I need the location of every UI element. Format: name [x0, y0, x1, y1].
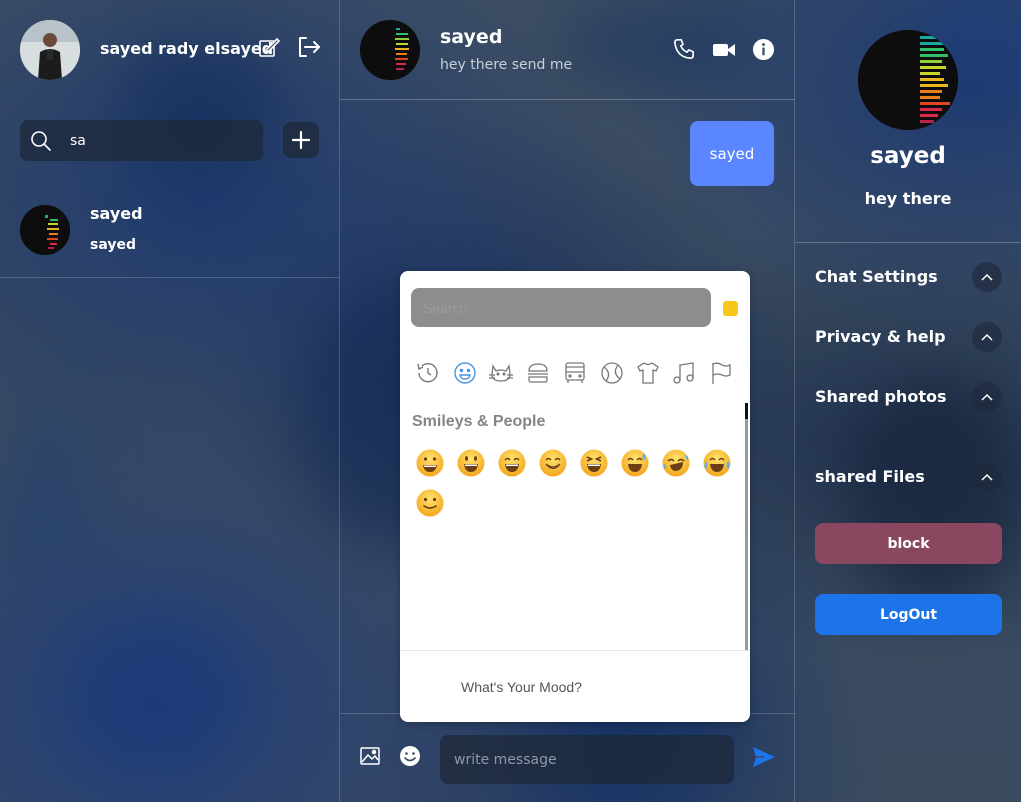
add-contact-button[interactable]: [283, 122, 319, 158]
joy-face-emoji[interactable]: [702, 448, 732, 478]
laughing-face-emoji[interactable]: [579, 448, 609, 478]
section-privacy-help[interactable]: Privacy & help: [815, 322, 1002, 352]
travel-icon[interactable]: [562, 360, 588, 386]
info-icon[interactable]: [752, 38, 775, 61]
emoji-preview-footer: What's Your Mood?: [400, 650, 750, 722]
contact-item[interactable]: sayed sayed: [20, 201, 320, 257]
activities-icon[interactable]: [599, 360, 625, 386]
emoji-scrollbar-track[interactable]: [745, 403, 748, 651]
smiley-face-emoji[interactable]: [456, 448, 486, 478]
section-label: Chat Settings: [815, 267, 938, 286]
chat-contact-name: sayed: [440, 26, 503, 48]
slightly-smiling-face-emoji[interactable]: [415, 488, 445, 518]
objects-icon[interactable]: [635, 360, 661, 386]
recent-icon[interactable]: [415, 360, 441, 386]
chevron-up-icon[interactable]: [972, 382, 1002, 412]
section-label: shared Files: [815, 467, 925, 486]
chat-app: sayed rady elsayed sa sayed sayed sayed …: [0, 0, 1021, 802]
search-icon: [30, 130, 52, 152]
profile-panel: sayed hey there Chat Settings Privacy & …: [795, 0, 1021, 802]
contact-avatar: [20, 205, 70, 255]
emoji-toggle-icon[interactable]: [399, 745, 421, 767]
section-shared-files[interactable]: shared Files: [815, 462, 1002, 492]
divider: [795, 242, 1021, 243]
grinning-face-emoji[interactable]: [415, 448, 445, 478]
skin-tone-selector[interactable]: [723, 301, 738, 316]
smileys-icon[interactable]: [452, 360, 478, 386]
message-composer: [340, 713, 795, 802]
food-icon[interactable]: [525, 360, 551, 386]
section-label: Shared photos: [815, 387, 947, 406]
contact-name: sayed: [90, 204, 143, 223]
emoji-scrollbar-thumb[interactable]: [745, 403, 748, 419]
user-name: sayed rady elsayed: [100, 39, 274, 58]
section-chat-settings[interactable]: Chat Settings: [815, 262, 1002, 292]
left-sidebar: sayed rady elsayed sa sayed sayed: [0, 0, 340, 802]
logout-icon[interactable]: [297, 35, 321, 59]
section-label: Privacy & help: [815, 327, 946, 346]
emoji-preview-text: What's Your Mood?: [461, 679, 582, 695]
video-call-icon[interactable]: [712, 39, 736, 61]
flags-icon[interactable]: [708, 360, 734, 386]
emoji-search-input[interactable]: [411, 288, 711, 327]
sweat-smile-face-emoji[interactable]: [620, 448, 650, 478]
contact-search: [20, 120, 263, 161]
block-button[interactable]: block: [815, 523, 1002, 564]
contact-last-message: sayed: [90, 237, 136, 253]
edit-profile-icon[interactable]: [258, 36, 281, 58]
chevron-up-icon[interactable]: [972, 262, 1002, 292]
plus-icon: [291, 130, 311, 150]
chevron-up-icon[interactable]: [972, 322, 1002, 352]
chevron-up-icon[interactable]: [972, 462, 1002, 492]
profile-avatar: [858, 30, 958, 130]
send-icon[interactable]: [752, 746, 776, 768]
section-shared-photos[interactable]: Shared photos: [815, 382, 1002, 412]
emoji-picker: Smileys & People What's Your Mood?: [400, 271, 750, 722]
animals-icon[interactable]: [488, 360, 514, 386]
emoji-category-bar: [415, 360, 735, 386]
smile-face-emoji[interactable]: [497, 448, 527, 478]
grin-face-emoji[interactable]: [538, 448, 568, 478]
phone-icon[interactable]: [673, 38, 695, 60]
symbols-icon[interactable]: [671, 360, 697, 386]
search-input[interactable]: [70, 120, 255, 161]
emoji-section-title: Smileys & People: [412, 413, 546, 430]
profile-status: hey there: [864, 189, 952, 208]
message-input[interactable]: [440, 735, 734, 784]
chat-contact-status: hey there send me: [440, 57, 573, 73]
profile-name: sayed: [870, 143, 946, 169]
chat-contact-avatar[interactable]: [360, 20, 420, 80]
logout-button[interactable]: LogOut: [815, 594, 1002, 635]
rofl-face-emoji[interactable]: [661, 448, 691, 478]
sent-message: sayed: [690, 121, 774, 186]
image-attach-icon[interactable]: [360, 747, 380, 765]
user-avatar[interactable]: [20, 20, 80, 80]
chat-header: sayed hey there send me: [340, 0, 795, 100]
divider: [0, 277, 340, 278]
